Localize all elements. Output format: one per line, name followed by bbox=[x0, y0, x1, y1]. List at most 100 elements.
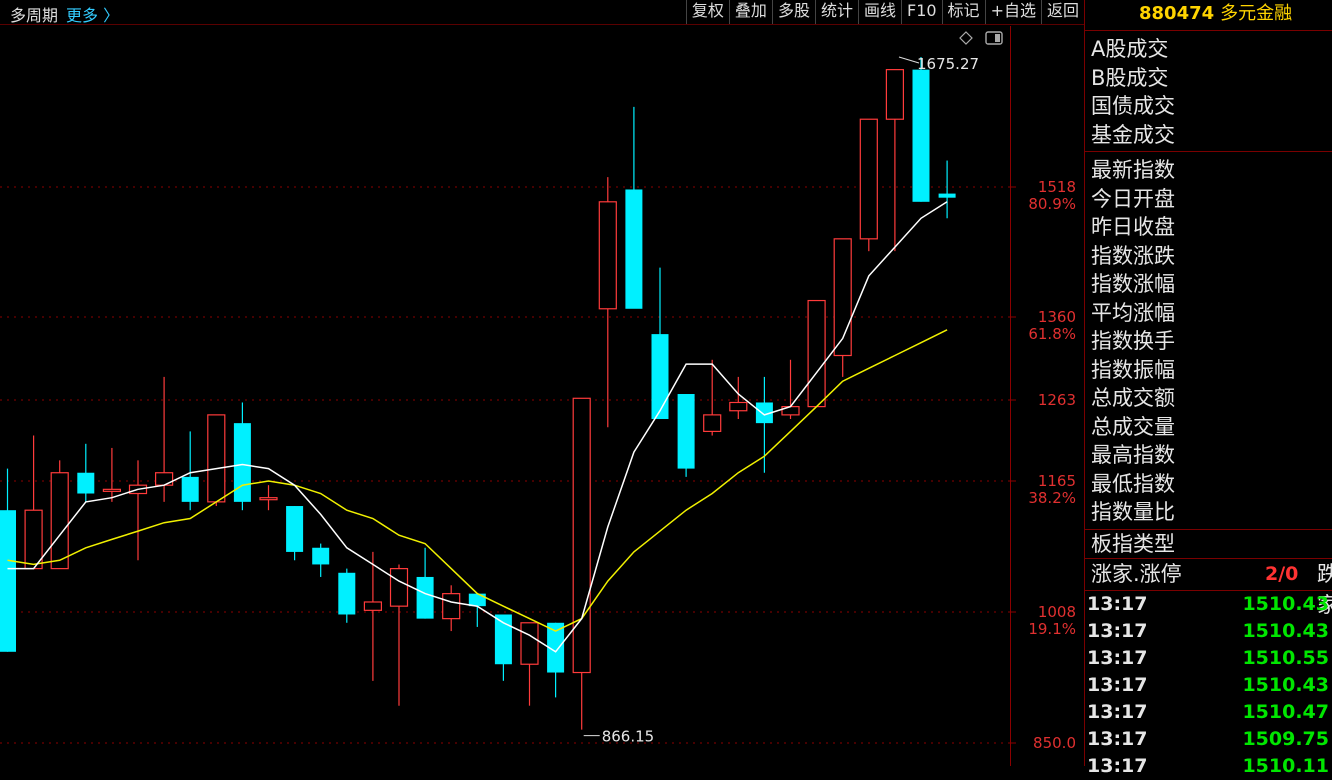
candle-body-down bbox=[625, 189, 643, 309]
toolbar-button-2[interactable]: 多股 bbox=[771, 0, 815, 24]
tick-row[interactable]: 13:17 1510.55 bbox=[1087, 645, 1332, 672]
stat-label: 指数量比 bbox=[1091, 500, 1175, 524]
candle-body-up bbox=[598, 201, 617, 310]
toolbar-button-3[interactable]: 统计 bbox=[814, 0, 858, 24]
tick-row[interactable]: 13:17 1509.75 bbox=[1087, 726, 1332, 753]
stat-label: A股成交 bbox=[1091, 37, 1169, 61]
candle-body-down bbox=[338, 572, 356, 615]
tick-price: 1510.43 bbox=[1242, 673, 1329, 696]
candle-body-up bbox=[102, 488, 122, 492]
stat-label: 总成交额 bbox=[1091, 386, 1175, 410]
candle-body-up bbox=[50, 472, 69, 570]
stat-label: 国债成交 bbox=[1091, 94, 1175, 118]
y-axis-value: 1360 bbox=[1038, 308, 1076, 326]
period-selector[interactable]: 多周期 更多 〉 bbox=[10, 2, 119, 26]
candle-body-up bbox=[729, 401, 748, 412]
diamond-icon bbox=[959, 31, 973, 45]
tick-row[interactable]: 13:17 1510.43 bbox=[1087, 672, 1332, 699]
candle-body-up bbox=[389, 568, 409, 607]
tick-time: 13:17 bbox=[1087, 619, 1148, 642]
index-name: 多元金融 bbox=[1220, 3, 1293, 24]
candle-body-down bbox=[468, 593, 486, 607]
stat-label: 平均涨幅 bbox=[1091, 300, 1175, 325]
index-code: 880474 bbox=[1139, 3, 1215, 24]
chart-toolbar: 多周期 更多 〉 复权 叠加 多股 统计 画线 F10 标记 +自选 返回 bbox=[0, 0, 1084, 25]
toolbar-button-7[interactable]: +自选 bbox=[984, 0, 1041, 24]
candle-body-down bbox=[651, 334, 669, 420]
candle-body-down bbox=[233, 423, 251, 502]
stat-label: 指数涨幅 bbox=[1091, 272, 1175, 296]
toolbar-button-1[interactable]: 叠加 bbox=[728, 0, 772, 24]
stat-label: 总成交量 bbox=[1091, 414, 1175, 439]
tick-time: 13:17 bbox=[1087, 673, 1148, 696]
tick-price: 1510.11 bbox=[1242, 754, 1329, 777]
more-periods-link[interactable]: 更多 〉 bbox=[66, 6, 119, 25]
stat-label: B股成交 bbox=[1091, 65, 1169, 90]
tick-price: 1510.55 bbox=[1242, 646, 1329, 669]
candlestick-chart[interactable]: 1518 80.9% 1360 61.8% 1263 1165 38.2% 1008 19.1%… bbox=[0, 26, 1084, 766]
candle-body-up bbox=[859, 118, 878, 240]
tick-row[interactable]: 13:17 1510.47 bbox=[1087, 699, 1332, 726]
candle-body-down bbox=[677, 394, 695, 469]
tick-price: 1510.47 bbox=[1242, 700, 1329, 723]
stat-label: 昨日收盘 bbox=[1091, 215, 1175, 239]
candle-body-down bbox=[312, 547, 330, 565]
candle-body-down bbox=[286, 506, 304, 552]
candle-body-up bbox=[703, 414, 722, 433]
period-label[interactable]: 多周期 bbox=[10, 6, 58, 25]
stat-label: 指数振幅 bbox=[1091, 357, 1175, 382]
candle-body-down bbox=[912, 69, 930, 202]
ma-long-line bbox=[7, 329, 948, 632]
advance-label: 涨家.涨停 bbox=[1091, 561, 1182, 586]
candle-body-up bbox=[807, 299, 826, 408]
quote-panel: 880474 多元金融 A股成交 B股成交国债成交基金成交 最新指数今日开盘昨日收盘… bbox=[1084, 0, 1332, 777]
stat-label: 最低指数 bbox=[1091, 471, 1175, 496]
toolbar-button-5[interactable]: F10 bbox=[900, 0, 942, 24]
kline-svg[interactable]: 151880.9% 136061.8% 1263 116538.2% 100819.1%… bbox=[0, 26, 1084, 766]
low-price-label: 866.15 bbox=[602, 728, 655, 746]
trade-volume-section: A股成交 B股成交国债成交基金成交 bbox=[1085, 31, 1332, 152]
stat-label: 今日开盘 bbox=[1091, 186, 1175, 211]
y-axis-percent: 80.9% bbox=[1028, 195, 1076, 213]
y-axis-value: 1263 bbox=[1038, 391, 1076, 409]
candle-body-up bbox=[155, 472, 174, 486]
toolbar-button-8[interactable]: 返回 bbox=[1040, 0, 1084, 24]
advance-ratio: 2/0 bbox=[1265, 562, 1299, 585]
candle-body-up bbox=[442, 593, 461, 620]
tick-time: 13:17 bbox=[1087, 646, 1148, 669]
stat-label: 最新指数 bbox=[1091, 158, 1175, 182]
ma-short-line bbox=[7, 201, 948, 653]
tick-time: 13:17 bbox=[1087, 592, 1148, 615]
tick-row[interactable]: 13:17 1510.43 bbox=[1087, 591, 1332, 618]
candle-body-down bbox=[181, 476, 199, 502]
high-price-label: 1675.27 bbox=[917, 55, 979, 73]
candle-body-up bbox=[363, 601, 382, 611]
tick-list[interactable]: 13:17 1510.43 13:17 1510.43 13:17 1510.55 13:1… bbox=[1085, 591, 1332, 780]
index-header: 880474 多元金融 bbox=[1085, 0, 1332, 31]
toolbar-buttons: 复权 叠加 多股 统计 画线 F10 标记 +自选 返回 bbox=[685, 0, 1084, 24]
toolbar-button-6[interactable]: 标记 bbox=[941, 0, 985, 24]
candle-body-up bbox=[259, 497, 278, 501]
y-axis-percent: 38.2% bbox=[1028, 489, 1076, 507]
advance-decline-row: 涨家.涨停 2/0 跌家 bbox=[1085, 559, 1332, 617]
candle-body-up bbox=[520, 622, 539, 665]
y-axis-percent: 19.1% bbox=[1028, 620, 1076, 638]
candle-body-up bbox=[207, 414, 226, 503]
tick-time: 13:17 bbox=[1087, 727, 1148, 750]
tick-price: 1510.43 bbox=[1242, 592, 1329, 615]
toolbar-button-0[interactable]: 复权 bbox=[685, 0, 729, 24]
stat-label: 指数涨跌 bbox=[1091, 243, 1175, 268]
tick-time: 13:17 bbox=[1087, 700, 1148, 723]
panel-toggle-icon-fill bbox=[995, 34, 1000, 42]
stat-label: 指数换手 bbox=[1091, 329, 1175, 353]
y-axis-percent: 61.8% bbox=[1028, 325, 1076, 343]
stat-label: 最高指数 bbox=[1091, 443, 1175, 467]
candle-body-up bbox=[885, 69, 905, 120]
stat-label: 基金成交 bbox=[1091, 122, 1175, 147]
tick-row[interactable]: 13:17 1510.11 bbox=[1087, 753, 1332, 780]
toolbar-button-4[interactable]: 画线 bbox=[857, 0, 901, 24]
board-type-label: 板指类型 bbox=[1085, 530, 1332, 559]
candle-body-up bbox=[572, 397, 591, 674]
tick-row[interactable]: 13:17 1510.43 bbox=[1087, 618, 1332, 645]
candle-body-down bbox=[77, 472, 95, 494]
